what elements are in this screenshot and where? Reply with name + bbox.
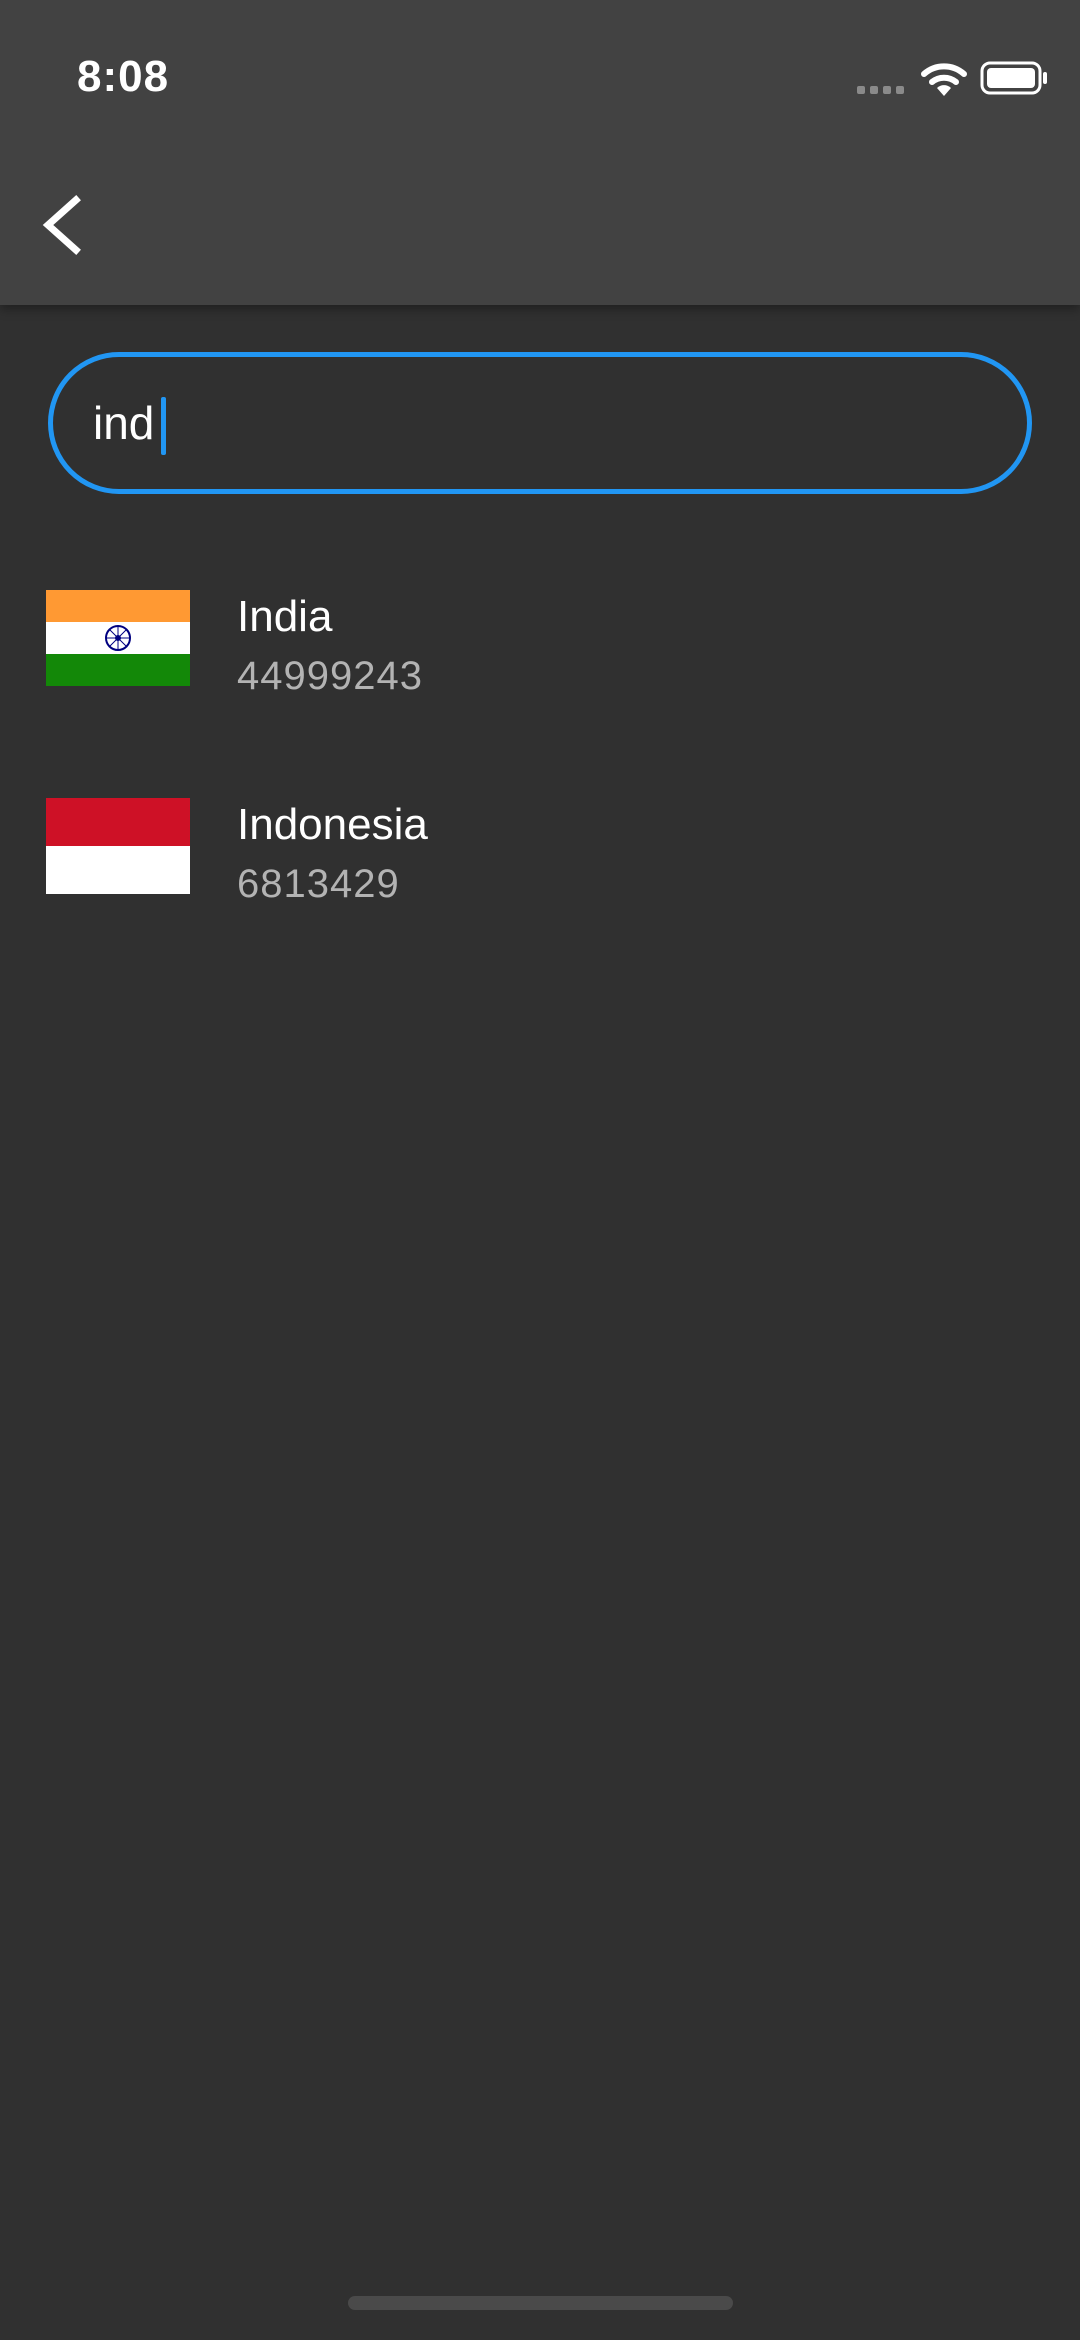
battery-icon	[980, 61, 1047, 95]
list-item-indonesia[interactable]: Indonesia 6813429	[0, 768, 1080, 948]
wifi-icon	[921, 63, 967, 96]
text-cursor	[161, 397, 166, 455]
search-input[interactable]	[93, 357, 973, 489]
country-search-screen: 8:08 ind India 44999243 Indonesia 681342…	[0, 0, 1080, 2340]
signal-icon	[857, 86, 904, 94]
country-name: Indonesia	[237, 800, 428, 849]
search-field[interactable]	[48, 352, 1032, 494]
back-button[interactable]	[30, 180, 100, 270]
list-item-india[interactable]: India 44999243	[0, 560, 1080, 740]
chevron-left-icon	[42, 195, 81, 255]
country-name: India	[237, 592, 333, 641]
status-time: 8:08	[77, 52, 170, 101]
indonesia-flag-icon	[46, 798, 190, 894]
country-count: 6813429	[237, 862, 400, 906]
country-count: 44999243	[237, 654, 423, 698]
india-flag-icon	[46, 590, 190, 686]
app-bar: 8:08	[0, 0, 1080, 305]
home-indicator[interactable]	[348, 2296, 733, 2310]
